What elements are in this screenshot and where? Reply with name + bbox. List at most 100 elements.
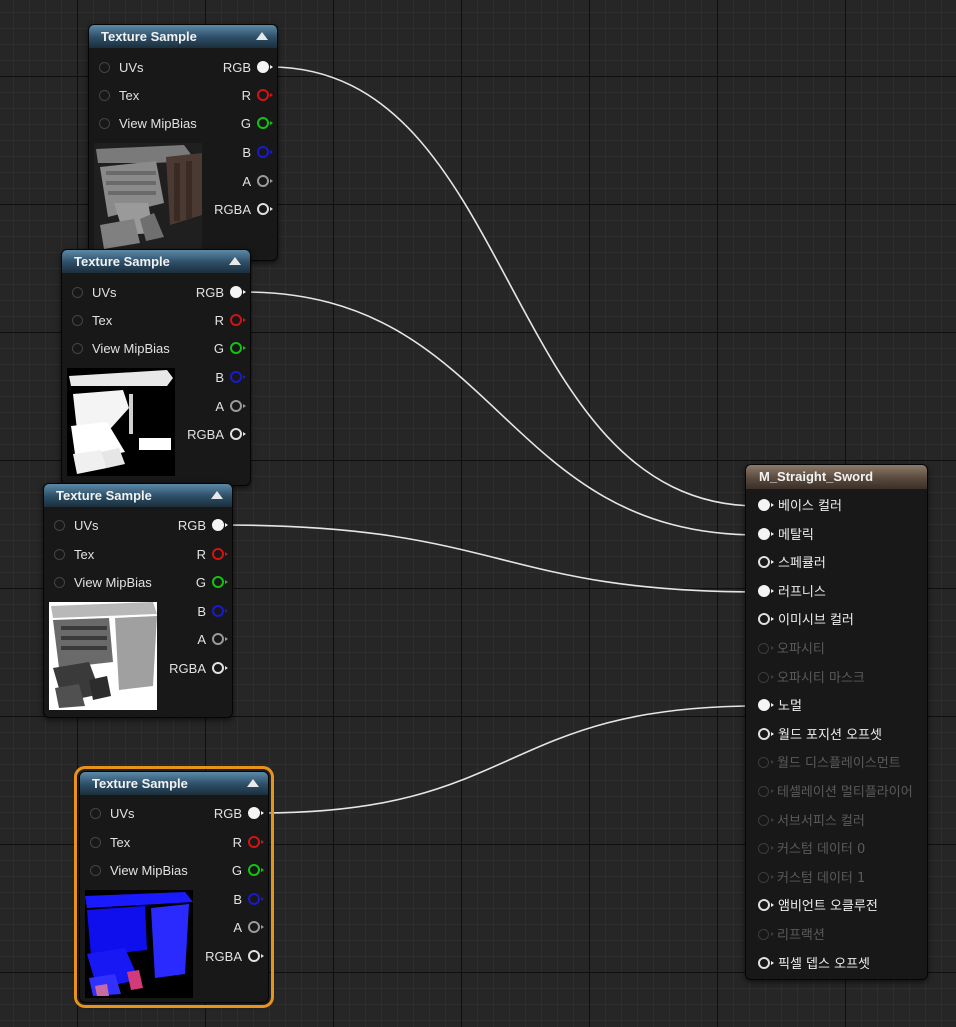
a-output-pin[interactable]: A	[242, 172, 273, 192]
material-input-pin[interactable]: 월드 디스플레이스먼트	[758, 754, 901, 774]
tex-input-pin[interactable]: Tex	[99, 86, 139, 106]
output-pin-icon	[230, 400, 246, 412]
b-output-pin[interactable]: B	[233, 890, 264, 910]
input-pin-icon	[99, 62, 110, 73]
view-mipbias-input-pin[interactable]: View MipBias	[90, 861, 188, 881]
collapse-arrow-icon[interactable]	[256, 32, 268, 40]
material-input-pin[interactable]: 베이스 컬러	[758, 497, 842, 517]
material-input-pin[interactable]: 오파시티 마스크	[758, 669, 865, 689]
r-output-pin[interactable]: R	[233, 833, 264, 853]
input-pin-icon	[99, 118, 110, 129]
input-pin-icon	[72, 287, 83, 298]
texture-sample-node-4[interactable]: Texture Sample UVs Tex View MipBias RGB …	[74, 766, 274, 1008]
material-input-pin[interactable]: 리프랙션	[758, 926, 825, 946]
output-pin-icon	[248, 807, 264, 819]
texture-sample-node-1[interactable]: Texture Sample UVs Tex View MipBias RGB …	[88, 24, 278, 261]
input-pin-icon	[758, 757, 774, 769]
rgb-output-pin[interactable]: RGB	[178, 516, 228, 536]
collapse-arrow-icon[interactable]	[247, 779, 259, 787]
input-pin-icon	[758, 727, 774, 740]
material-input-pin[interactable]: 서브서피스 컬러	[758, 812, 865, 832]
material-input-pin[interactable]: 오파시티	[758, 640, 825, 660]
material-input-pin[interactable]: 테셀레이션 멀티플라이어	[758, 783, 913, 803]
view-mipbias-input-pin[interactable]: View MipBias	[72, 339, 170, 359]
input-pin-icon	[54, 577, 65, 588]
rgba-output-pin[interactable]: RGBA	[205, 947, 264, 967]
tex-input-pin[interactable]: Tex	[54, 545, 94, 565]
output-pin-icon	[230, 342, 246, 354]
rgb-output-pin[interactable]: RGB	[223, 58, 273, 78]
uvs-input-pin[interactable]: UVs	[99, 58, 144, 78]
collapse-arrow-icon[interactable]	[211, 491, 223, 499]
node-header[interactable]: Texture Sample	[62, 250, 250, 273]
output-pin-icon	[212, 662, 228, 674]
a-output-pin[interactable]: A	[215, 397, 246, 417]
node-header[interactable]: Texture Sample	[89, 25, 277, 48]
material-input-pin[interactable]: 메탈릭	[758, 526, 814, 546]
b-output-pin[interactable]: B	[242, 143, 273, 163]
output-pin-icon	[212, 548, 228, 560]
uvs-input-pin[interactable]: UVs	[72, 283, 117, 303]
material-input-pin[interactable]: 월드 포지션 오프셋	[758, 726, 882, 746]
rgba-output-pin[interactable]: RGBA	[169, 659, 228, 679]
input-pin-icon	[758, 699, 774, 712]
input-pin-icon	[758, 499, 774, 511]
input-pin-icon	[90, 865, 101, 876]
r-output-pin[interactable]: R	[215, 311, 246, 331]
view-mipbias-input-pin[interactable]: View MipBias	[99, 114, 197, 134]
rgb-output-pin[interactable]: RGB	[214, 804, 264, 824]
texture-preview-thumbnail	[94, 143, 202, 251]
g-output-pin[interactable]: G	[214, 339, 246, 359]
rgba-output-pin[interactable]: RGBA	[187, 425, 246, 445]
texture-preview-thumbnail	[85, 890, 193, 998]
output-pin-icon	[257, 89, 273, 101]
g-output-pin[interactable]: G	[241, 114, 273, 134]
g-output-pin[interactable]: G	[232, 861, 264, 881]
view-mipbias-input-pin[interactable]: View MipBias	[54, 573, 152, 593]
material-input-pin[interactable]: 앰비언트 오클루전	[758, 897, 878, 917]
b-output-pin[interactable]: B	[215, 368, 246, 388]
output-pin-icon	[230, 428, 246, 440]
rgb-output-pin[interactable]: RGB	[196, 283, 246, 303]
collapse-arrow-icon[interactable]	[229, 257, 241, 265]
b-output-pin[interactable]: B	[197, 602, 228, 622]
output-pin-icon	[257, 146, 273, 158]
input-pin-icon	[758, 899, 774, 912]
wire-rgb-to-metallic	[243, 291, 759, 536]
output-pin-icon	[248, 836, 264, 848]
output-pin-icon	[248, 864, 264, 876]
r-output-pin[interactable]: R	[242, 86, 273, 106]
a-output-pin[interactable]: A	[233, 918, 264, 938]
rgba-output-pin[interactable]: RGBA	[214, 200, 273, 220]
output-pin-icon	[212, 633, 228, 645]
input-pin-icon	[758, 584, 774, 597]
tex-input-pin[interactable]: Tex	[90, 833, 130, 853]
input-pin-icon	[758, 786, 774, 797]
input-pin-icon	[54, 549, 65, 560]
a-output-pin[interactable]: A	[197, 630, 228, 650]
material-input-pin[interactable]: 이미시브 컬러	[758, 611, 854, 631]
material-result-node[interactable]: M_Straight_Sword 베이스 컬러메탈릭스페큘러러프니스이미시브 컬…	[745, 464, 928, 980]
output-pin-icon	[248, 950, 264, 962]
material-input-pin[interactable]: 커스텀 데이터 1	[758, 869, 865, 889]
input-pin-icon	[758, 527, 774, 540]
material-input-pin[interactable]: 러프니스	[758, 583, 826, 603]
r-output-pin[interactable]: R	[197, 545, 228, 565]
material-node-header[interactable]: M_Straight_Sword	[746, 465, 927, 489]
material-input-pin[interactable]: 픽셀 뎁스 오프셋	[758, 955, 870, 975]
output-pin-icon	[230, 314, 246, 326]
node-header[interactable]: Texture Sample	[80, 772, 268, 795]
material-input-pin[interactable]: 노멀	[758, 697, 802, 717]
input-pin-icon	[758, 814, 774, 826]
material-input-pin[interactable]: 커스텀 데이터 0	[758, 840, 865, 860]
uvs-input-pin[interactable]: UVs	[90, 804, 135, 824]
input-pin-icon	[90, 837, 101, 848]
texture-sample-node-3[interactable]: Texture Sample UVs Tex View MipBias RGB …	[43, 483, 233, 718]
input-pin-icon	[758, 671, 774, 683]
uvs-input-pin[interactable]: UVs	[54, 516, 99, 536]
material-input-pin[interactable]: 스페큘러	[758, 554, 826, 574]
texture-sample-node-2[interactable]: Texture Sample UVs Tex View MipBias RGB …	[61, 249, 251, 486]
g-output-pin[interactable]: G	[196, 573, 228, 593]
tex-input-pin[interactable]: Tex	[72, 311, 112, 331]
node-header[interactable]: Texture Sample	[44, 484, 232, 507]
